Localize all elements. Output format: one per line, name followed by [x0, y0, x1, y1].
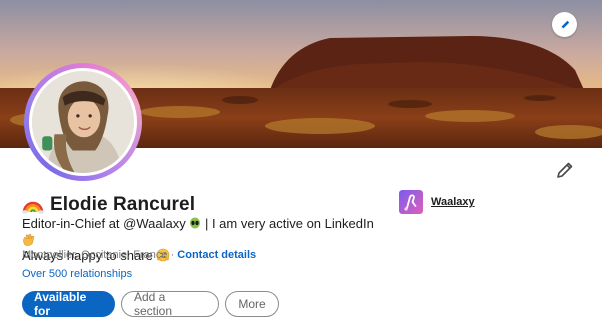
alien-icon	[190, 217, 201, 229]
headline-text-1: Editor-in-Chief at @Waalaxy	[22, 216, 186, 231]
profile-card: Elodie Rancurel Editor-in-Chief at @Waal…	[0, 0, 602, 323]
rainbow-icon	[22, 201, 44, 214]
avatar[interactable]	[29, 68, 137, 176]
headline-text-1b: | I am very active on LinkedIn	[201, 216, 374, 231]
relationships-label: relationships	[67, 268, 133, 280]
avatar-ring	[24, 63, 142, 181]
contact-details-link[interactable]: Contact details	[177, 249, 256, 261]
location-text: Montpellier, Occitanie, France ·	[22, 249, 178, 261]
current-company[interactable]: Waalaxy	[399, 190, 475, 214]
profile-actions: Available for Add a section More	[22, 290, 279, 318]
relationships-count: Over 500	[22, 268, 68, 280]
edit-profile-button[interactable]	[555, 160, 575, 180]
pencil-icon	[557, 162, 573, 178]
pencil-icon	[560, 20, 569, 29]
profile-name: Elodie Rancurel	[50, 194, 196, 215]
company-name: Waalaxy	[431, 196, 475, 208]
relationships-link[interactable]: Over 500 relationships	[22, 268, 132, 280]
more-button[interactable]: More	[225, 291, 279, 317]
add-section-button[interactable]: Add a section	[121, 290, 219, 318]
waalaxy-logo-icon	[399, 190, 423, 214]
waving-hand-icon	[23, 234, 35, 246]
location-row: Montpellier, Occitanie, France · Contact…	[22, 249, 256, 261]
edit-cover-button[interactable]	[552, 12, 577, 37]
name-row: Elodie Rancurel	[22, 194, 195, 216]
avatar-photo	[32, 71, 134, 173]
available-for-button[interactable]: Available for	[22, 290, 115, 318]
